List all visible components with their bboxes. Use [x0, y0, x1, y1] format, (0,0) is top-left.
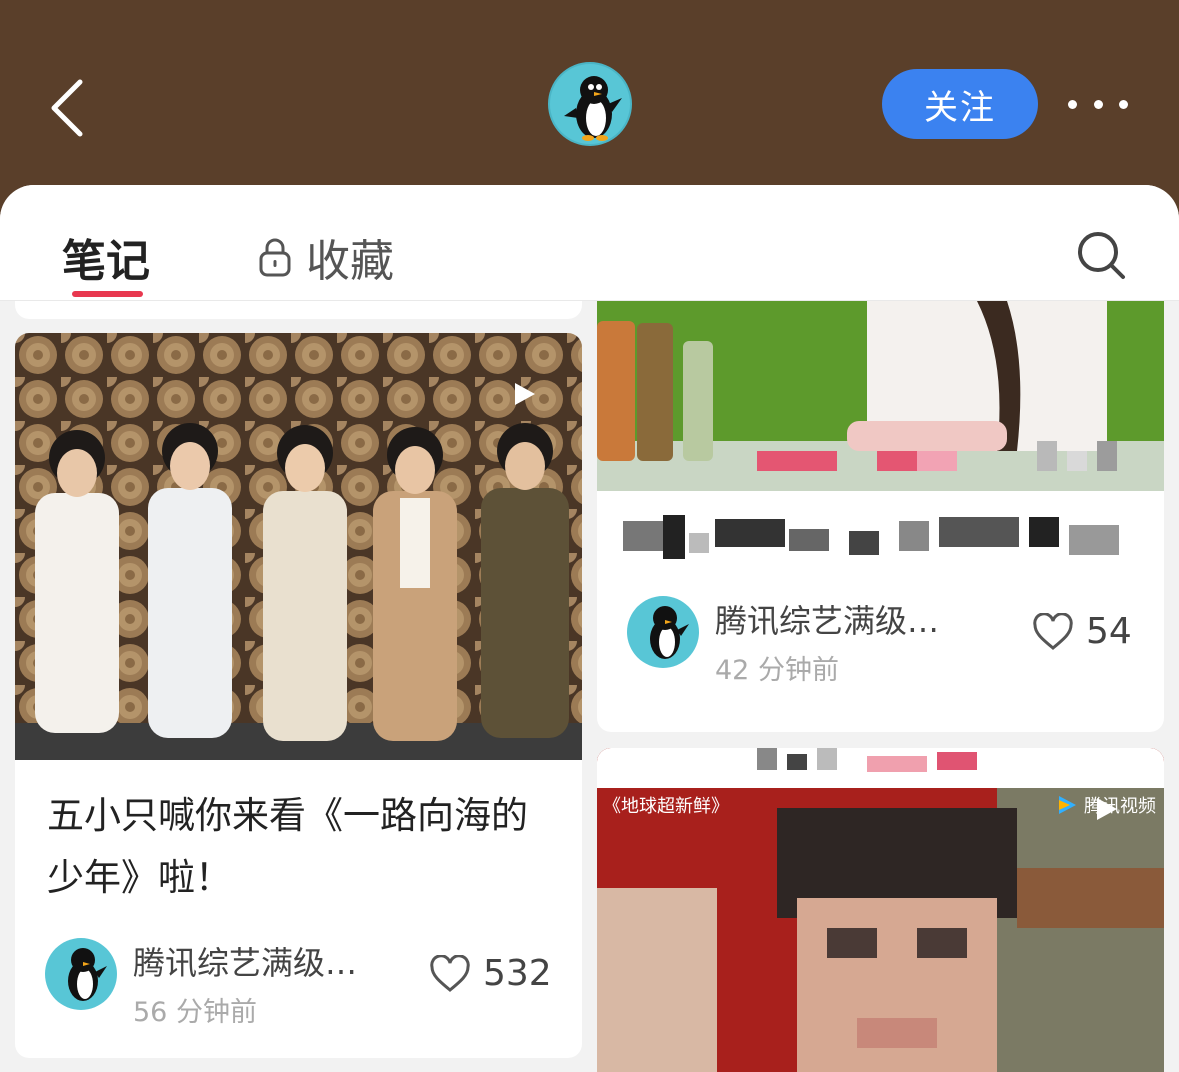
card-thumbnail[interactable]: 《地球超新鲜》 腾讯视频	[597, 748, 1164, 1072]
author-name[interactable]: 腾讯综艺满级…	[133, 938, 357, 984]
play-icon[interactable]	[1093, 796, 1119, 822]
back-icon[interactable]	[48, 78, 88, 138]
feed-card[interactable]: 腾讯综艺满级… 42 分钟前 54	[597, 301, 1164, 732]
author-avatar[interactable]	[627, 596, 699, 668]
tab-favorites[interactable]: 收藏	[258, 225, 394, 289]
penguin-icon	[650, 606, 689, 659]
card-image	[15, 333, 582, 760]
author-avatar[interactable]	[45, 938, 117, 1010]
like-button[interactable]: 54	[1032, 611, 1132, 652]
heart-icon	[1033, 612, 1073, 650]
feed-card-partial[interactable]	[15, 301, 582, 319]
feed-card[interactable]: 《地球超新鲜》 腾讯视频	[597, 748, 1164, 1072]
source-tag: 《地球超新鲜》	[603, 796, 729, 817]
heart-icon	[430, 954, 470, 992]
search-icon[interactable]	[1075, 229, 1127, 281]
tab-bar: 笔记 收藏	[0, 185, 1179, 301]
card-image	[597, 301, 1164, 491]
card-title[interactable]: 五小只喊你来看《一路向海的少年》啦！	[47, 785, 557, 909]
lock-icon	[259, 238, 291, 277]
like-count: 532	[483, 953, 552, 994]
follow-button[interactable]: 关注	[882, 69, 1038, 139]
play-icon[interactable]	[511, 381, 537, 407]
active-tab-indicator	[72, 291, 143, 297]
content-panel: 笔记 收藏 五小只喊你来看《一路向海的少年》啦！ 腾讯综艺满级… 56 分钟前 …	[0, 185, 1179, 1072]
card-thumbnail[interactable]	[15, 333, 582, 760]
penguin-icon	[564, 76, 622, 141]
card-thumbnail[interactable]	[597, 301, 1164, 491]
post-time: 56 分钟前	[133, 997, 257, 1028]
tab-notes[interactable]: 笔记	[62, 225, 150, 289]
feed-card[interactable]: 五小只喊你来看《一路向海的少年》啦！ 腾讯综艺满级… 56 分钟前 532	[15, 333, 582, 1058]
penguin-icon	[68, 948, 107, 1001]
like-button[interactable]: 532	[429, 953, 552, 994]
card-author[interactable]: 腾讯综艺满级… 56 分钟前	[45, 938, 357, 1028]
tencent-video-icon	[1059, 796, 1076, 814]
avatar[interactable]	[548, 62, 632, 146]
like-count: 54	[1086, 611, 1132, 652]
more-options-icon[interactable]	[1068, 90, 1128, 118]
post-time: 42 分钟前	[715, 655, 839, 686]
tab-favorites-label: 收藏	[306, 236, 394, 287]
card-author[interactable]: 腾讯综艺满级… 42 分钟前	[627, 596, 939, 686]
author-name[interactable]: 腾讯综艺满级…	[715, 596, 939, 642]
card-title-blurred[interactable]	[619, 507, 1139, 567]
